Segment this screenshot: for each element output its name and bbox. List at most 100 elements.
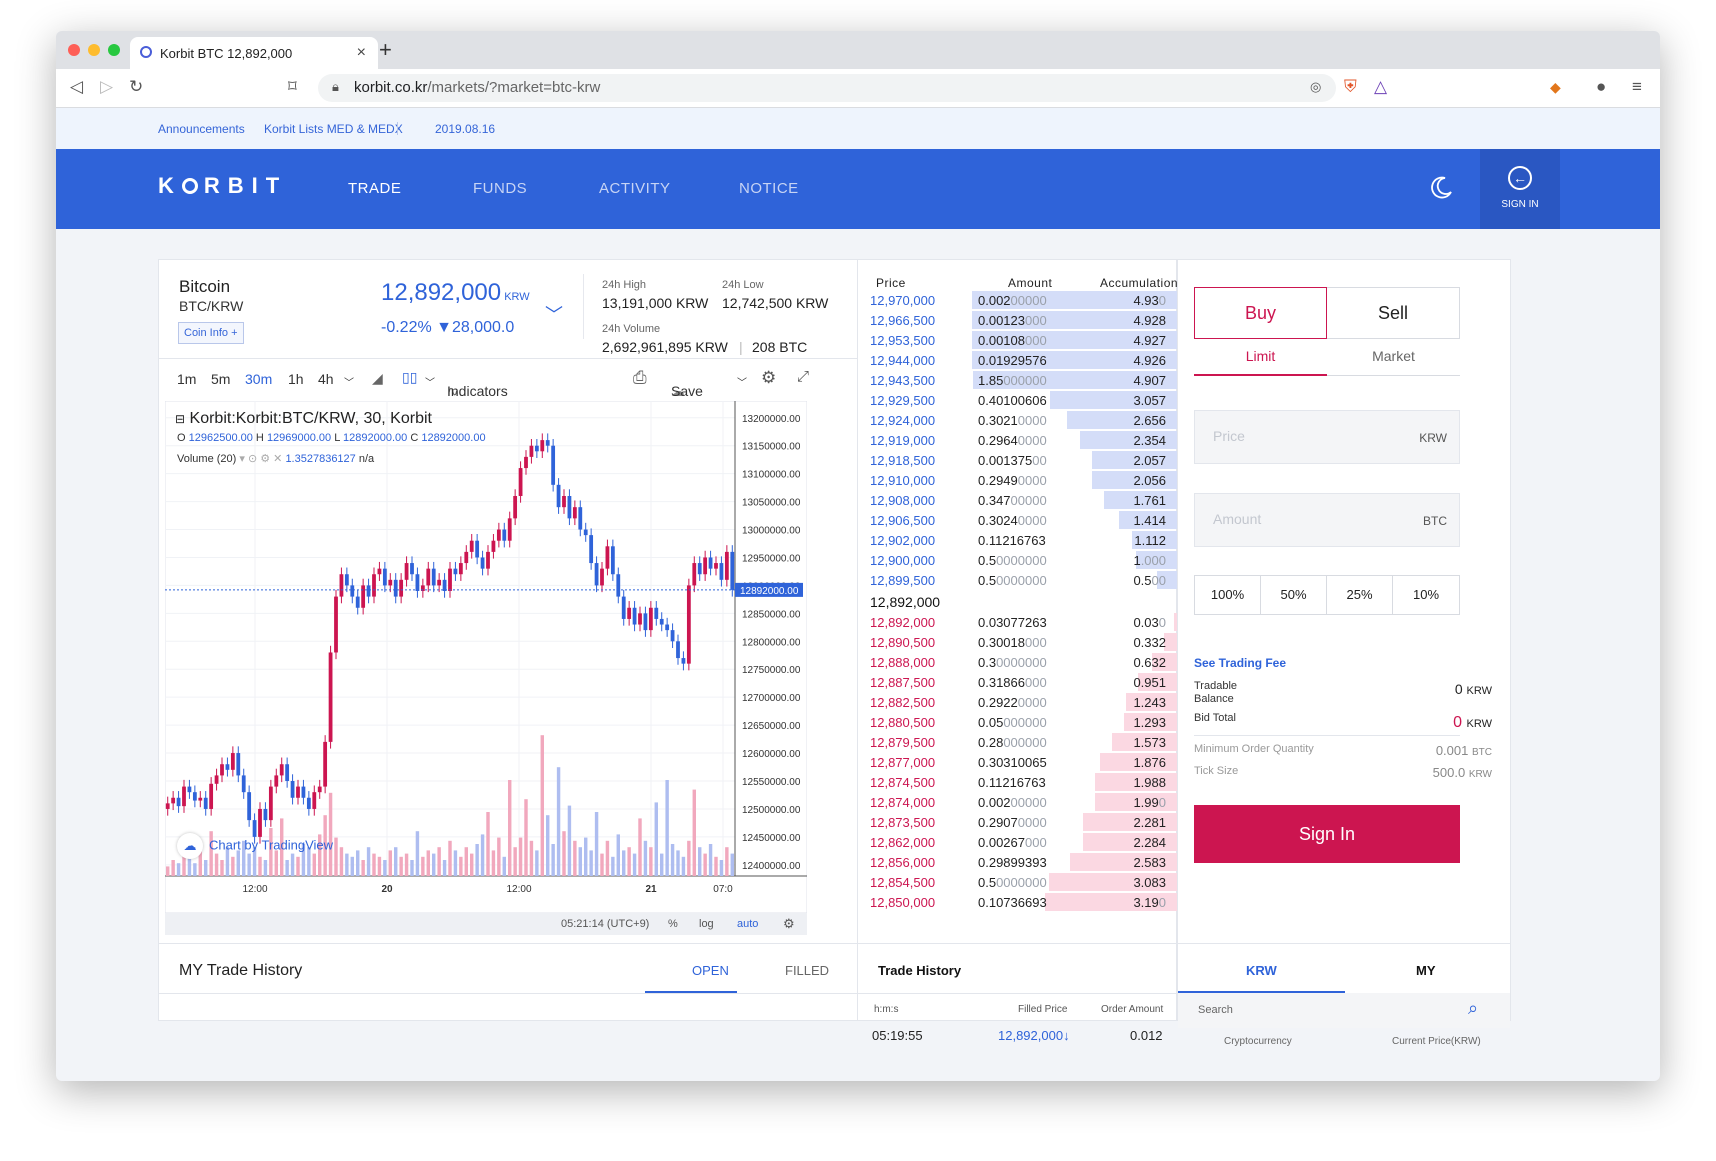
snapshot-camera-icon[interactable]: ⎙ <box>633 368 647 388</box>
back-icon[interactable]: ◁ <box>70 77 83 97</box>
bid-row[interactable]: 12,877,000 0.30310065 1.876 <box>858 752 1178 772</box>
tab-filled[interactable]: FILLED <box>785 963 829 978</box>
interval-dropdown-icon[interactable]: ﹀ <box>344 374 354 389</box>
korbit-logo[interactable]: K RBIT <box>158 173 287 199</box>
order-price: 12,887,500 <box>870 675 936 690</box>
market-tab[interactable]: Market <box>1327 348 1460 364</box>
ask-row[interactable]: 12,966,500 0.00123000 4.928 <box>858 310 1178 330</box>
nav-trade[interactable]: TRADE <box>348 180 401 197</box>
translate-icon[interactable]: ◎ <box>1310 79 1321 95</box>
metamask-extension-icon[interactable]: ◆ <box>1550 79 1561 96</box>
pct-10-button[interactable]: 10% <box>1392 575 1460 615</box>
bid-row[interactable]: 12,892,000 0.03077263 0.030 <box>858 612 1178 632</box>
reload-icon[interactable]: ↻ <box>129 77 143 97</box>
tab-krw[interactable]: KRW <box>1246 963 1277 978</box>
bid-row[interactable]: 12,874,500 0.11216763 1.988 <box>858 772 1178 792</box>
dark-mode-moon-icon[interactable] <box>1428 175 1454 201</box>
bid-row[interactable]: 12,850,000 0.10736693 3.190 <box>858 892 1178 912</box>
interval-4h[interactable]: 4h <box>318 371 334 387</box>
bid-row[interactable]: 12,873,500 0.29070000 2.281 <box>858 812 1178 832</box>
ask-row[interactable]: 12,924,000 0.30210000 2.656 <box>858 410 1178 430</box>
interval-1m[interactable]: 1m <box>177 371 196 387</box>
pct-50-button[interactable]: 50% <box>1260 575 1327 615</box>
sell-tab[interactable]: Sell <box>1327 287 1460 339</box>
candle-body <box>486 551 490 569</box>
search-icon[interactable]: ⌕ <box>1468 998 1478 1019</box>
nav-notice[interactable]: NOTICE <box>739 180 799 197</box>
announcement-title-link[interactable]: Korbit Lists MED & MEDX <box>264 122 403 136</box>
address-bar[interactable]: 🔒︎ korbit.co.kr/markets/?market=btc-krw … <box>318 74 1336 102</box>
price-chart[interactable]: 13200000.00 13150000.00 13100000.00 1305000… <box>164 400 808 914</box>
ask-row[interactable]: 12,908,000 0.34700000 1.761 <box>858 490 1178 510</box>
ask-row[interactable]: 12,929,500 0.40100606 3.057 <box>858 390 1178 410</box>
fullscreen-icon[interactable]: ⤢ <box>797 368 809 385</box>
ask-row[interactable]: 12,919,000 0.29640000 2.354 <box>858 430 1178 450</box>
browser-tab[interactable]: Korbit BTC 12,892,000 × <box>130 37 378 69</box>
ask-row[interactable]: 12,944,000 0.01929576 4.926 <box>858 350 1178 370</box>
sign-in-nav-button[interactable]: ← SIGN IN <box>1480 149 1560 229</box>
chart-type-area-icon[interactable]: ◢ <box>372 370 383 387</box>
ask-row[interactable]: 12,900,000 0.50000000 1.000 <box>858 550 1178 570</box>
chart-collapse-icon[interactable]: ⊟ <box>175 412 185 426</box>
announcements-link[interactable]: Announcements <box>158 122 245 136</box>
amount-input[interactable]: Amount BTC <box>1194 493 1460 547</box>
ask-row[interactable]: 12,970,000 0.00200000 4.930 <box>858 290 1178 310</box>
bid-row[interactable]: 12,888,000 0.30000000 0.632 <box>858 652 1178 672</box>
volume-bar <box>356 850 360 876</box>
price-input[interactable]: Price KRW <box>1194 410 1460 464</box>
chart-type-candle-icon[interactable]: ▯▯ <box>402 369 417 386</box>
bid-row[interactable]: 12,887,500 0.31866000 0.951 <box>858 672 1178 692</box>
save-dropdown-icon[interactable]: ﹀ <box>737 374 747 389</box>
maximize-window-button[interactable] <box>108 44 120 56</box>
market-search-input[interactable]: Search ⌕ <box>1178 993 1510 1028</box>
bid-row[interactable]: 12,882,500 0.29220000 1.243 <box>858 692 1178 712</box>
menu-icon[interactable]: ≡ <box>1632 77 1642 97</box>
forward-icon[interactable]: ▷ <box>100 77 113 97</box>
log-scale-toggle[interactable]: log <box>699 918 714 930</box>
profile-icon[interactable]: ● <box>1596 77 1606 97</box>
scale-settings-gear-icon[interactable]: ⚙ <box>783 916 795 932</box>
bookmark-icon[interactable]: ⌑ <box>288 77 297 97</box>
buy-tab[interactable]: Buy <box>1194 287 1327 339</box>
ask-row[interactable]: 12,918,500 0.00137500 2.057 <box>858 450 1178 470</box>
ask-row[interactable]: 12,899,500 0.50000000 0.500 <box>858 570 1178 590</box>
auto-scale-toggle[interactable]: auto <box>737 918 758 930</box>
volume-settings-icons[interactable]: ▾ ⊙ ⚙ ✕ <box>239 453 282 465</box>
sign-in-button[interactable]: Sign In <box>1194 805 1460 863</box>
bid-row[interactable]: 12,890,500 0.30018000 0.332 <box>858 632 1178 652</box>
limit-tab[interactable]: Limit <box>1194 348 1327 364</box>
brave-rewards-icon[interactable]: △ <box>1374 77 1387 97</box>
chart-type-dropdown-icon[interactable]: ﹀ <box>425 374 435 389</box>
interval-30m[interactable]: 30m <box>245 371 272 387</box>
tab-my[interactable]: MY <box>1416 963 1436 978</box>
close-tab-icon[interactable]: × <box>357 44 366 62</box>
pct-25-button[interactable]: 25% <box>1326 575 1393 615</box>
bid-row[interactable]: 12,874,000 0.00200000 1.990 <box>858 792 1178 812</box>
brave-shield-icon[interactable]: ⛨ <box>1344 77 1357 97</box>
new-tab-icon[interactable]: + <box>379 37 392 63</box>
chart-settings-gear-icon[interactable]: ⚙ <box>761 368 776 388</box>
interval-1h[interactable]: 1h <box>288 371 304 387</box>
ask-row[interactable]: 12,902,000 0.11216763 1.112 <box>858 530 1178 550</box>
bid-row[interactable]: 12,862,000 0.00267000 2.284 <box>858 832 1178 852</box>
tab-open[interactable]: OPEN <box>692 963 729 978</box>
tradingview-badge[interactable]: ☁ Chart by TradingView <box>177 833 333 859</box>
nav-activity[interactable]: ACTIVITY <box>599 180 671 197</box>
percent-scale-toggle[interactable]: % <box>668 918 678 930</box>
bid-row[interactable]: 12,854,500 0.50000000 3.083 <box>858 872 1178 892</box>
nav-funds[interactable]: FUNDS <box>473 180 527 197</box>
ask-row[interactable]: 12,910,000 0.29490000 2.056 <box>858 470 1178 490</box>
interval-5m[interactable]: 5m <box>211 371 230 387</box>
ask-row[interactable]: 12,943,500 1.85000000 4.907 <box>858 370 1178 390</box>
coin-info-button[interactable]: Coin Info + <box>178 322 244 344</box>
minimize-window-button[interactable] <box>88 44 100 56</box>
bid-row[interactable]: 12,856,000 0.29899393 2.583 <box>858 852 1178 872</box>
market-select-chevron-icon[interactable]: ﹀ <box>545 301 563 327</box>
close-window-button[interactable] <box>68 44 80 56</box>
ask-row[interactable]: 12,906,500 0.30240000 1.414 <box>858 510 1178 530</box>
ask-row[interactable]: 12,953,500 0.00108000 4.927 <box>858 330 1178 350</box>
bid-row[interactable]: 12,879,500 0.28000000 1.573 <box>858 732 1178 752</box>
trading-fee-link[interactable]: See Trading Fee <box>1194 656 1286 670</box>
bid-row[interactable]: 12,880,500 0.05000000 1.293 <box>858 712 1178 732</box>
pct-100-button[interactable]: 100% <box>1194 575 1261 615</box>
